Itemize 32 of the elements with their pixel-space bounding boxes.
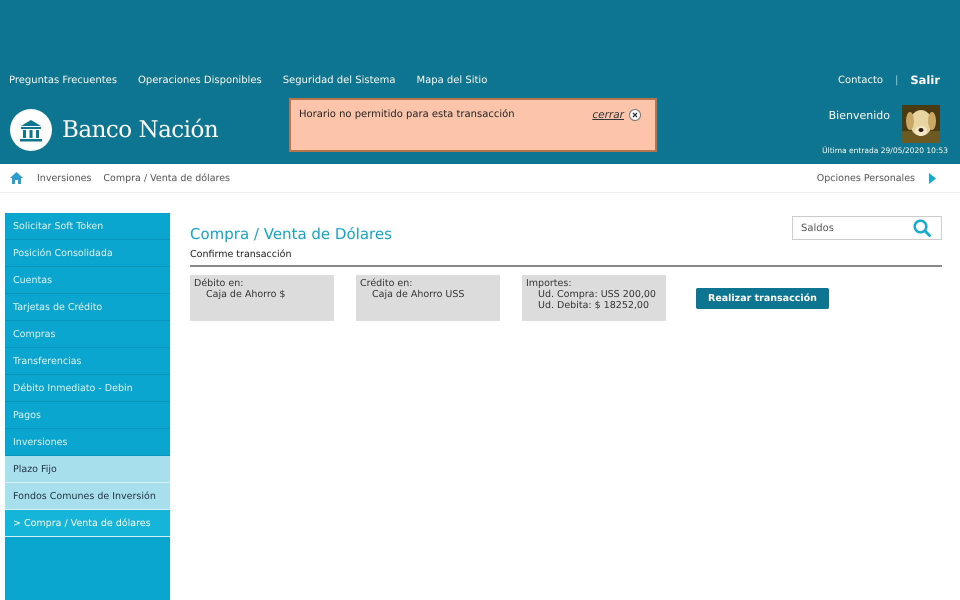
nav-link[interactable]: Mapa del Sitio (416, 74, 488, 86)
submit-button[interactable]: Realizar transacción (696, 288, 829, 308)
search-icon[interactable] (913, 219, 931, 237)
separator: | (895, 74, 898, 86)
sidebar-item[interactable]: Fondos Comunes de Inversión (5, 483, 170, 510)
page-title: Compra / Venta de Dólares (190, 225, 392, 243)
close-link[interactable]: cerrar (592, 109, 624, 121)
card-value: Ud. Compra: USS 200,00 (537, 289, 657, 300)
personal-options-link[interactable]: Opciones Personales (816, 172, 915, 184)
card-heading: Importes: (526, 278, 573, 289)
sidebar-item[interactable]: Plazo Fijo (5, 456, 170, 483)
breadcrumb-link[interactable]: Compra / Venta de dólares (103, 172, 230, 184)
card-value: Caja de Ahorro USS (371, 289, 466, 300)
section-subtitle: Confirme transacción (190, 243, 942, 267)
card-value: Ud. Debita: $ 18252,00 (537, 300, 650, 311)
nav-link[interactable]: Seguridad del Sistema (282, 74, 396, 86)
breadcrumb-link[interactable]: Inversiones (37, 172, 92, 184)
search-field[interactable]: Saldos (792, 216, 942, 240)
close-icon[interactable] (629, 109, 641, 121)
welcome-text: Bienvenido (828, 109, 890, 122)
card-heading: Crédito en: (360, 278, 414, 289)
logout-link[interactable]: Salir (910, 73, 940, 87)
nav-link[interactable]: Operaciones Disponibles (138, 74, 262, 86)
nav-link[interactable]: Preguntas Frecuentes (9, 74, 118, 86)
card-heading: Débito en: (194, 278, 244, 289)
card-value: Caja de Ahorro $ (205, 289, 286, 300)
caret-icon[interactable] (929, 172, 936, 184)
contact-link[interactable]: Contacto (838, 74, 884, 86)
home-icon[interactable] (10, 172, 23, 184)
bank-icon (10, 109, 52, 151)
alert-message: Horario no permitido para esta transacción (299, 109, 515, 122)
bank-name: Banco Nación (62, 117, 218, 143)
